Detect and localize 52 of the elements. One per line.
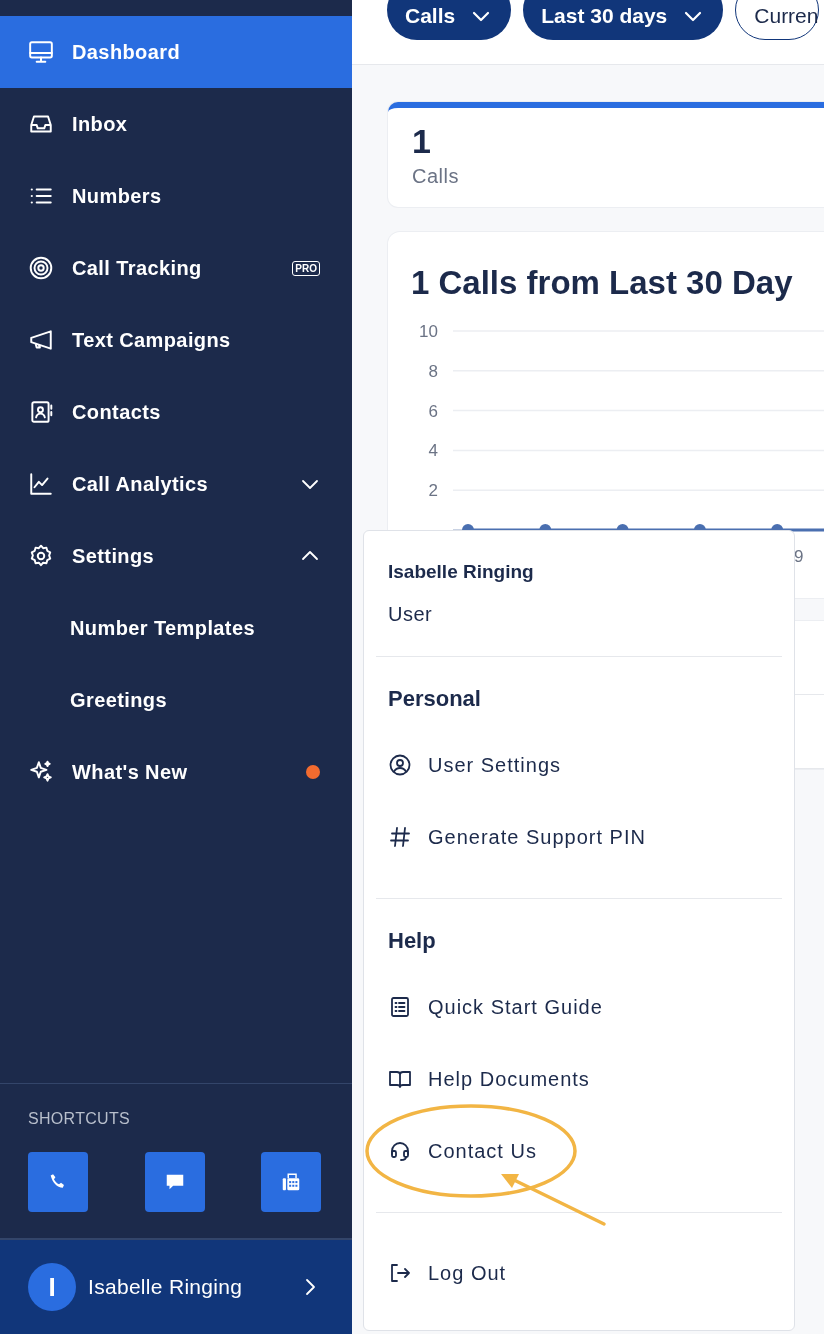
menu-section-title: Help (388, 928, 436, 954)
sidebar-subitem[interactable]: Number Templates (0, 592, 352, 664)
stat-value: 1 (412, 122, 432, 161)
headset-icon (388, 1139, 412, 1163)
monitor-icon (28, 39, 54, 65)
filter-dropdown[interactable]: Last 30 days (523, 0, 724, 40)
sidebar-item[interactable]: Call Analytics (0, 448, 352, 520)
menu-item[interactable]: Quick Start Guide (364, 971, 794, 1043)
axis-tick-label: 9 (794, 547, 804, 566)
menu-section-title: Personal (388, 686, 481, 712)
sidebar-item[interactable]: Numbers (0, 160, 352, 232)
sidebar-item[interactable]: Inbox (0, 88, 352, 160)
sidebar-subitem[interactable]: Greetings (0, 664, 352, 736)
menu-user-name: Isabelle Ringing (388, 561, 535, 583)
hash-icon (388, 825, 412, 849)
menu-item[interactable]: Generate Support PIN (364, 801, 794, 873)
target-icon (28, 255, 54, 281)
sparkle-icon (28, 759, 54, 785)
filter-dropdown[interactable]: Calls (387, 0, 512, 40)
megaphone-icon (28, 327, 54, 353)
logout-item[interactable]: Log Out (364, 1237, 794, 1309)
chart-title: 1 Calls from Last 30 Day (411, 264, 793, 302)
axis-tick-label: 6 (428, 401, 438, 421)
menu-user-role: User (388, 603, 434, 625)
menu-item[interactable]: User Settings (364, 729, 794, 801)
checklist-icon (388, 995, 412, 1019)
stat-label: Calls (412, 165, 460, 188)
fax-shortcut-button[interactable] (261, 1152, 321, 1212)
sidebar-item[interactable]: What's New (0, 736, 352, 808)
fax-icon (280, 1171, 302, 1193)
sidebar-item[interactable]: Settings (0, 520, 352, 592)
gear-icon (28, 543, 54, 569)
axis-tick-label: 10 (419, 322, 438, 341)
filter-dropdown[interactable]: Curren (735, 0, 820, 40)
line-chart-icon (28, 471, 54, 497)
message-shortcut-button[interactable] (144, 1152, 205, 1212)
contact-card-icon (28, 399, 54, 425)
sidebar-item[interactable]: Call Tracking PRO (0, 232, 352, 304)
axis-tick-label: 4 (428, 441, 438, 461)
logout-icon (388, 1261, 412, 1285)
section-label: SHORTCUTS (28, 1110, 131, 1128)
axis-tick-label: 8 (428, 361, 438, 381)
sidebar-item[interactable]: Dashboard (0, 16, 352, 88)
axis-tick-label: 2 (428, 481, 438, 501)
menu-item[interactable]: Help Documents (364, 1043, 794, 1115)
menu-item[interactable]: Contact Us (364, 1115, 794, 1187)
sidebar-item[interactable]: Text Campaigns (0, 304, 352, 376)
user-circle-icon (388, 753, 412, 777)
sidebar-item[interactable]: Contacts (0, 376, 352, 448)
user-name[interactable]: Isabelle Ringing (88, 1275, 286, 1299)
avatar: I (28, 1263, 76, 1311)
pro-badge: PRO (292, 260, 320, 276)
